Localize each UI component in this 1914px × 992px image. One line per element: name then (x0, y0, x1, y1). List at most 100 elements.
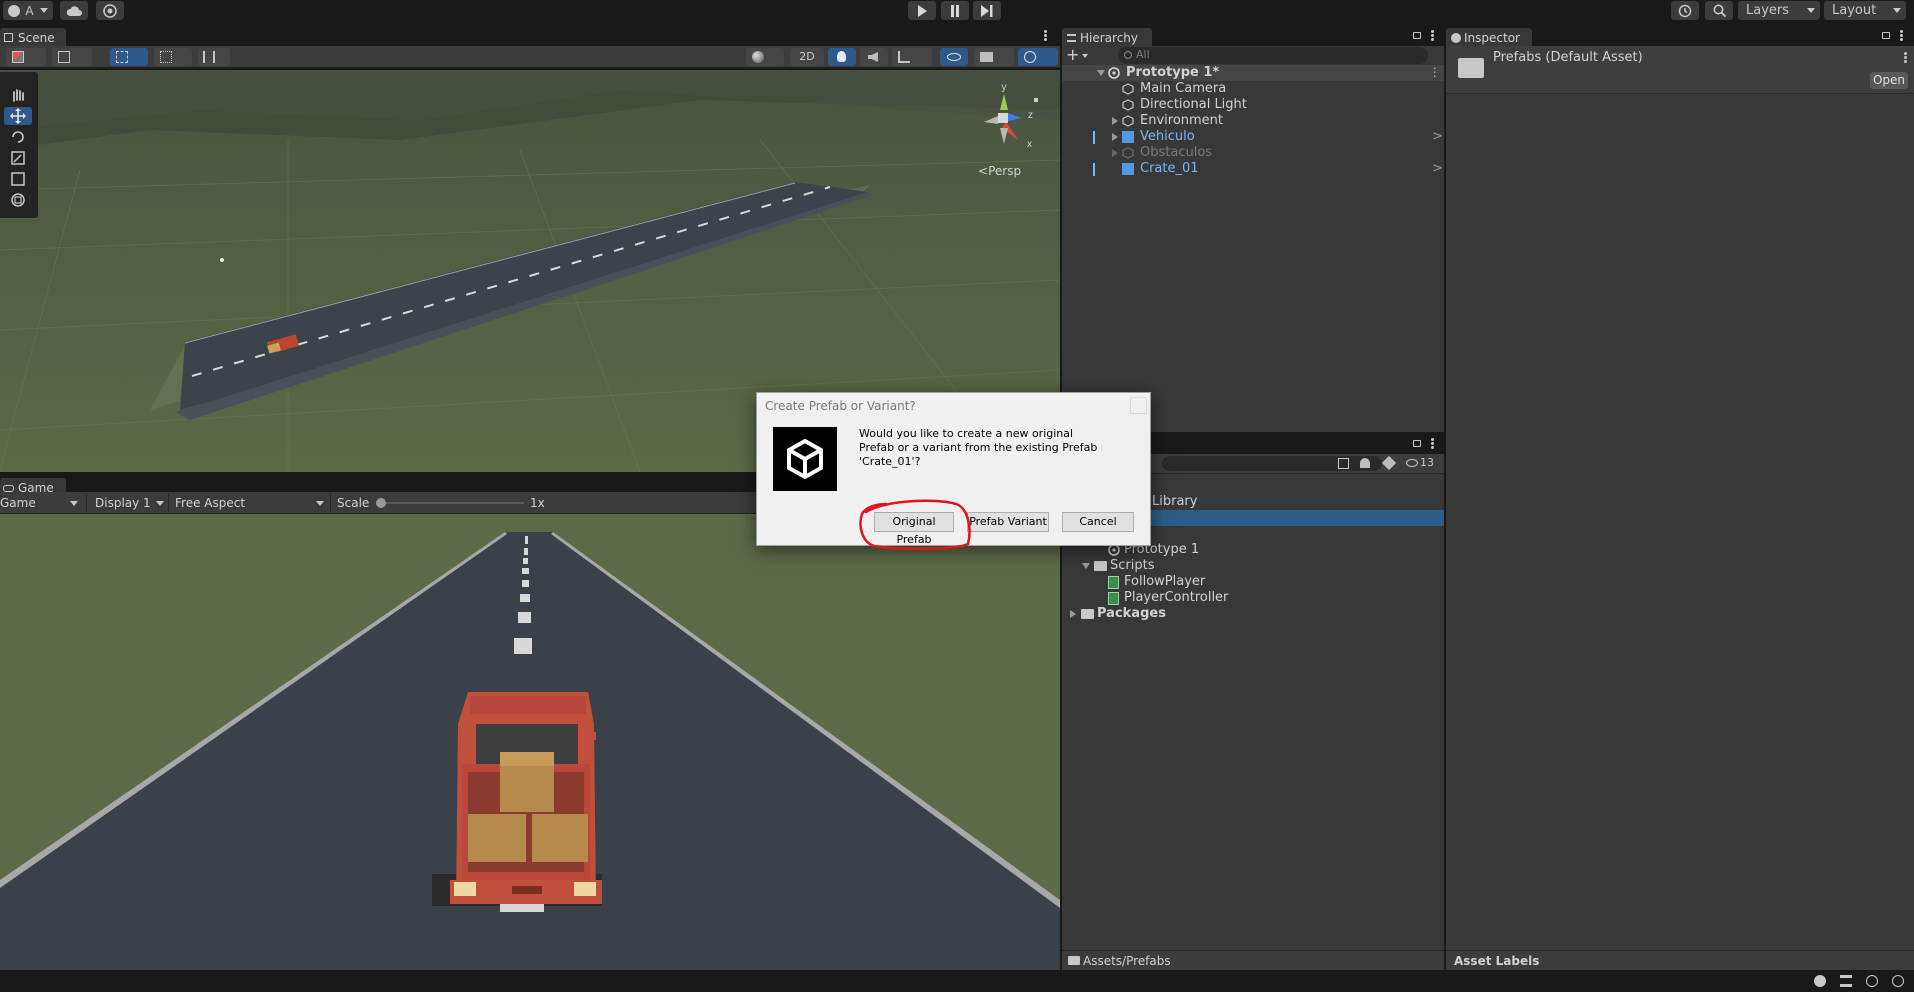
gizmo-z-label: z (1028, 110, 1033, 121)
dialog-close-button[interactable] (1130, 397, 1147, 414)
lock-icon[interactable] (1413, 32, 1421, 39)
search-icon (1713, 4, 1726, 17)
cloud-button[interactable] (60, 1, 88, 20)
undo-history-button[interactable] (1671, 1, 1699, 20)
toggle-2d-button[interactable]: 2D (790, 48, 824, 66)
expand-arrow-icon[interactable] (1070, 610, 1076, 618)
more-options-icon[interactable]: · · · (1433, 63, 1437, 82)
folder-icon (1081, 609, 1094, 619)
expand-arrow-icon[interactable] (1097, 70, 1105, 76)
project-search-field[interactable] (1162, 456, 1382, 471)
step-button[interactable] (973, 1, 1001, 20)
chevron-down-icon (156, 501, 164, 506)
hierarchy-item[interactable]: Directional Light (1062, 97, 1444, 113)
debug-off-icon[interactable] (1866, 975, 1878, 987)
hierarchy-item[interactable]: Obstaculos (1062, 145, 1444, 161)
chevron-right-icon[interactable]: > (1432, 129, 1443, 145)
scale-slider-handle[interactable] (376, 498, 386, 508)
transform-tool-icon[interactable] (4, 191, 32, 209)
lighting-toggle[interactable] (828, 48, 856, 66)
sphere-icon (752, 51, 764, 63)
hierarchy-search-field[interactable]: All (1118, 47, 1428, 64)
project-item-label: Packages (1097, 606, 1166, 621)
render-mode-dropdown[interactable] (52, 48, 92, 66)
chevron-right-icon[interactable]: > (1432, 161, 1443, 177)
scale-tool-icon[interactable] (4, 149, 32, 167)
aspect-select[interactable]: Free Aspect (168, 494, 328, 512)
project-item[interactable]: PlayerController (1062, 590, 1444, 606)
create-button[interactable]: + (1066, 47, 1094, 65)
gizmos-dropdown[interactable] (1018, 48, 1058, 66)
search-by-type-icon[interactable] (1338, 458, 1349, 469)
audio-toggle[interactable] (860, 48, 888, 66)
more-options-icon[interactable] (1431, 438, 1435, 450)
project-path-label: Assets/Prefabs (1083, 954, 1171, 968)
play-button[interactable] (908, 1, 936, 20)
asset-labels-bar: Asset Labels (1446, 950, 1914, 970)
hierarchy-item[interactable]: Main Camera (1062, 81, 1444, 97)
eye-slash-icon[interactable] (1406, 459, 1418, 467)
shading-sphere-dropdown[interactable] (746, 48, 784, 66)
layers-stack-icon[interactable] (1840, 975, 1852, 987)
snap-increment-dropdown[interactable] (154, 48, 192, 66)
game-viewport[interactable] (0, 514, 1060, 972)
orientation-gizmo[interactable]: y z x (960, 80, 1040, 150)
rect-tool-icon[interactable] (4, 170, 32, 188)
rotate-tool-icon[interactable] (4, 128, 32, 146)
hierarchy-scene-row[interactable]: Prototype 1* · · · (1062, 63, 1444, 82)
grid-snap-toggle[interactable] (110, 48, 148, 66)
draw-mode-dropdown[interactable] (6, 48, 46, 66)
search-icon (1124, 51, 1132, 59)
layout-dropdown[interactable]: Layout (1824, 1, 1906, 20)
pause-button[interactable] (941, 1, 969, 20)
open-button[interactable]: Open (1870, 72, 1908, 89)
more-options-icon[interactable] (1904, 52, 1908, 64)
scene-visibility-toggle[interactable] (940, 48, 968, 66)
scene-toolbar: 2D (0, 46, 1060, 68)
game-mode-select[interactable]: Game (0, 494, 82, 512)
scale-slider[interactable] (376, 498, 524, 508)
more-options-icon[interactable] (1431, 30, 1435, 42)
more-options-icon[interactable] (1900, 30, 1904, 42)
tab-inspector[interactable]: Inspector (1446, 28, 1532, 48)
chevron-down-icon (70, 501, 78, 506)
expand-arrow-icon[interactable] (1112, 117, 1118, 125)
collab-button[interactable] (96, 1, 124, 20)
layers-dropdown[interactable]: Layers (1738, 1, 1820, 20)
more-options-icon[interactable] (1044, 30, 1048, 42)
account-dropdown[interactable]: A (3, 1, 53, 20)
label-icon[interactable] (1381, 455, 1397, 471)
hierarchy-item-label: Vehiculo (1140, 129, 1195, 144)
persp-label[interactable]: <Persp (978, 164, 1021, 178)
display-label: Display 1 (95, 496, 151, 510)
check-circle-icon[interactable] (1892, 975, 1904, 987)
filter-icon[interactable] (1360, 458, 1370, 468)
project-item[interactable]: FollowPlayer (1062, 574, 1444, 590)
hierarchy-item[interactable]: Vehiculo > (1062, 129, 1444, 145)
lock-icon[interactable] (1882, 32, 1890, 39)
expand-arrow-icon[interactable] (1112, 149, 1118, 157)
prefab-variant-button[interactable]: Prefab Variant (967, 512, 1049, 532)
unity-scene-icon (1108, 67, 1120, 79)
hand-tool-icon[interactable] (4, 86, 32, 104)
lock-icon[interactable] (1413, 440, 1421, 447)
grid-visibility-dropdown[interactable] (198, 48, 230, 66)
bug-icon[interactable] (1814, 975, 1826, 987)
hierarchy-item[interactable]: Environment (1062, 113, 1444, 129)
project-item[interactable]: Packages (1062, 606, 1444, 622)
grid-icon (116, 51, 128, 63)
project-item[interactable]: Scripts (1062, 558, 1444, 574)
expand-arrow-icon[interactable] (1082, 563, 1090, 569)
gameobject-icon (1122, 99, 1134, 111)
effects-dropdown[interactable] (892, 48, 932, 66)
hierarchy-item[interactable]: Crate_01 > (1062, 161, 1444, 177)
cancel-button[interactable]: Cancel (1062, 512, 1134, 532)
layout-label: Layout (1832, 3, 1877, 18)
move-tool-icon[interactable] (4, 107, 32, 125)
display-select[interactable]: Display 1 (86, 494, 168, 512)
tab-scene[interactable]: Scene (0, 28, 66, 48)
folder-icon (1094, 561, 1107, 571)
expand-arrow-icon[interactable] (1112, 133, 1118, 141)
search-button[interactable] (1705, 1, 1733, 20)
camera-settings-dropdown[interactable] (974, 48, 1014, 66)
